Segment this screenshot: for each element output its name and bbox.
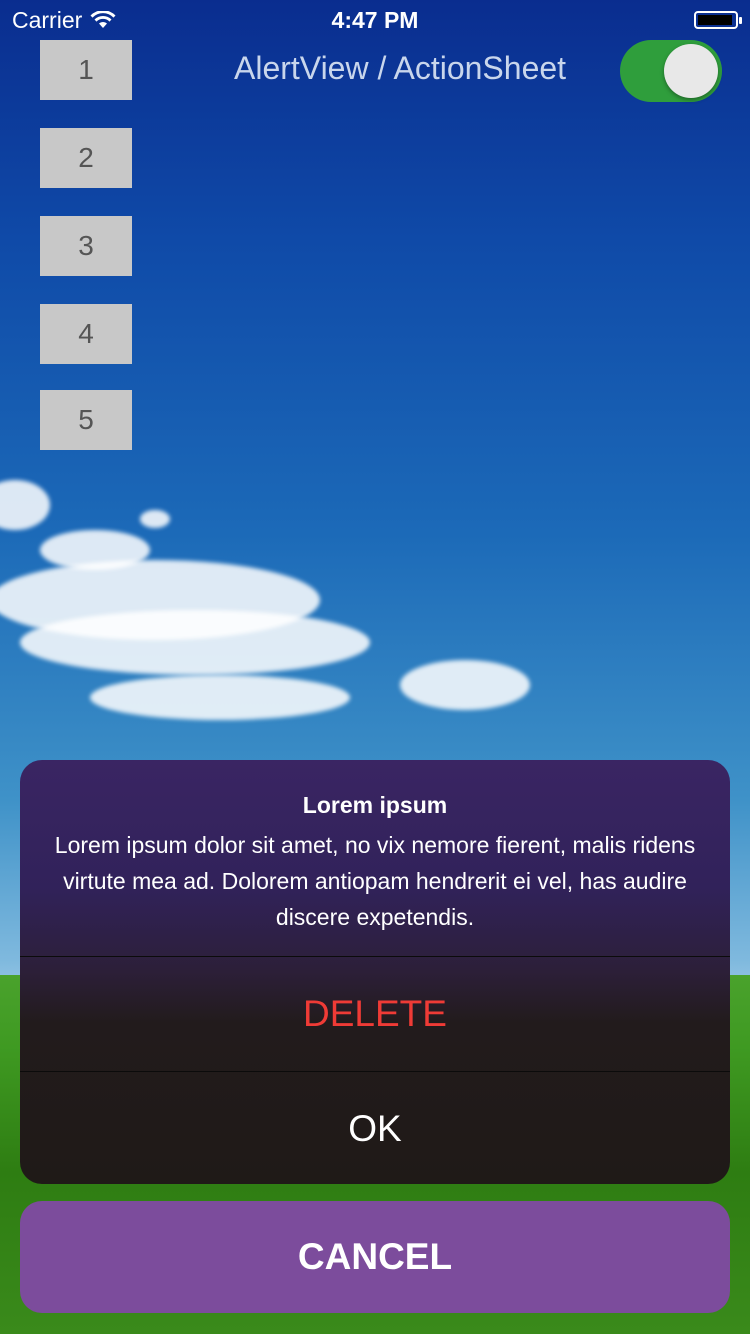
cloud [400, 660, 530, 710]
mode-toggle[interactable] [620, 40, 722, 102]
number-button-3[interactable]: 3 [40, 216, 132, 276]
ok-button[interactable]: OK [20, 1072, 730, 1184]
action-sheet: Lorem ipsum Lorem ipsum dolor sit amet, … [20, 760, 730, 1184]
cloud [140, 510, 170, 528]
battery-level [698, 15, 733, 25]
wifi-icon [90, 11, 116, 28]
cloud [20, 610, 370, 675]
action-sheet-message: Lorem ipsum dolor sit amet, no vix nemor… [54, 832, 696, 930]
delete-button[interactable]: DELETE [20, 957, 730, 1071]
action-sheet-title: Lorem ipsum [302, 792, 448, 818]
mode-title: AlertView / ActionSheet [234, 50, 567, 86]
number-button-5[interactable]: 5 [40, 390, 132, 450]
number-button-1[interactable]: 1 [40, 40, 132, 100]
action-sheet-header: Lorem ipsum Lorem ipsum dolor sit amet, … [20, 760, 730, 956]
battery-icon [694, 11, 742, 29]
toggle-knob [664, 44, 718, 98]
cancel-button[interactable]: CANCEL [20, 1201, 730, 1313]
status-bar: Carrier 4:47 PM [0, 0, 750, 40]
cloud [90, 675, 350, 720]
number-button-2[interactable]: 2 [40, 128, 132, 188]
clock: 4:47 PM [331, 6, 419, 33]
carrier-label: Carrier [12, 6, 83, 33]
number-button-4[interactable]: 4 [40, 304, 132, 364]
